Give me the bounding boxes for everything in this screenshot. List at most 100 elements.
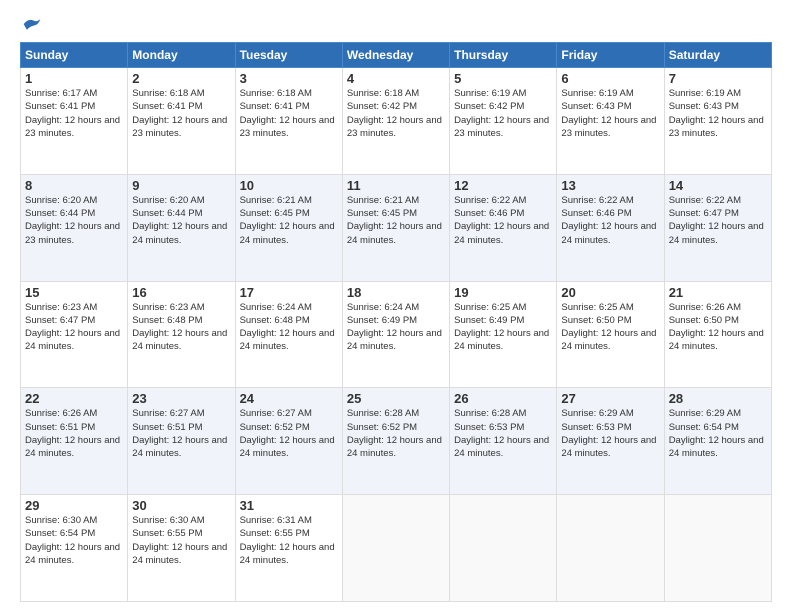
calendar-cell: 16Sunrise: 6:23 AMSunset: 6:48 PMDayligh… bbox=[128, 281, 235, 388]
calendar-week-4: 22Sunrise: 6:26 AMSunset: 6:51 PMDayligh… bbox=[21, 388, 772, 495]
calendar-cell: 18Sunrise: 6:24 AMSunset: 6:49 PMDayligh… bbox=[342, 281, 449, 388]
day-info: Sunrise: 6:25 AMSunset: 6:49 PMDaylight:… bbox=[454, 301, 552, 354]
day-number: 31 bbox=[240, 498, 338, 513]
day-info: Sunrise: 6:30 AMSunset: 6:54 PMDaylight:… bbox=[25, 514, 123, 567]
calendar-cell: 22Sunrise: 6:26 AMSunset: 6:51 PMDayligh… bbox=[21, 388, 128, 495]
day-number: 7 bbox=[669, 71, 767, 86]
day-info: Sunrise: 6:26 AMSunset: 6:50 PMDaylight:… bbox=[669, 301, 767, 354]
calendar-header-monday: Monday bbox=[128, 43, 235, 68]
calendar-cell bbox=[557, 495, 664, 602]
calendar-cell: 25Sunrise: 6:28 AMSunset: 6:52 PMDayligh… bbox=[342, 388, 449, 495]
calendar-cell: 28Sunrise: 6:29 AMSunset: 6:54 PMDayligh… bbox=[664, 388, 771, 495]
day-number: 21 bbox=[669, 285, 767, 300]
calendar-cell: 7Sunrise: 6:19 AMSunset: 6:43 PMDaylight… bbox=[664, 68, 771, 175]
calendar-cell: 26Sunrise: 6:28 AMSunset: 6:53 PMDayligh… bbox=[450, 388, 557, 495]
day-info: Sunrise: 6:20 AMSunset: 6:44 PMDaylight:… bbox=[25, 194, 123, 247]
calendar-cell: 12Sunrise: 6:22 AMSunset: 6:46 PMDayligh… bbox=[450, 174, 557, 281]
calendar-cell: 15Sunrise: 6:23 AMSunset: 6:47 PMDayligh… bbox=[21, 281, 128, 388]
day-number: 22 bbox=[25, 391, 123, 406]
day-number: 19 bbox=[454, 285, 552, 300]
day-info: Sunrise: 6:27 AMSunset: 6:51 PMDaylight:… bbox=[132, 407, 230, 460]
day-info: Sunrise: 6:23 AMSunset: 6:47 PMDaylight:… bbox=[25, 301, 123, 354]
day-info: Sunrise: 6:27 AMSunset: 6:52 PMDaylight:… bbox=[240, 407, 338, 460]
logo bbox=[20, 16, 42, 32]
calendar-cell bbox=[342, 495, 449, 602]
day-number: 30 bbox=[132, 498, 230, 513]
day-info: Sunrise: 6:19 AMSunset: 6:43 PMDaylight:… bbox=[669, 87, 767, 140]
day-number: 27 bbox=[561, 391, 659, 406]
day-number: 1 bbox=[25, 71, 123, 86]
logo-bird-icon bbox=[22, 16, 42, 32]
calendar-cell: 1Sunrise: 6:17 AMSunset: 6:41 PMDaylight… bbox=[21, 68, 128, 175]
day-number: 4 bbox=[347, 71, 445, 86]
day-info: Sunrise: 6:28 AMSunset: 6:52 PMDaylight:… bbox=[347, 407, 445, 460]
day-number: 3 bbox=[240, 71, 338, 86]
day-info: Sunrise: 6:17 AMSunset: 6:41 PMDaylight:… bbox=[25, 87, 123, 140]
calendar-cell: 21Sunrise: 6:26 AMSunset: 6:50 PMDayligh… bbox=[664, 281, 771, 388]
day-number: 18 bbox=[347, 285, 445, 300]
calendar-week-5: 29Sunrise: 6:30 AMSunset: 6:54 PMDayligh… bbox=[21, 495, 772, 602]
day-info: Sunrise: 6:26 AMSunset: 6:51 PMDaylight:… bbox=[25, 407, 123, 460]
day-info: Sunrise: 6:29 AMSunset: 6:54 PMDaylight:… bbox=[669, 407, 767, 460]
calendar-cell: 24Sunrise: 6:27 AMSunset: 6:52 PMDayligh… bbox=[235, 388, 342, 495]
day-info: Sunrise: 6:19 AMSunset: 6:42 PMDaylight:… bbox=[454, 87, 552, 140]
calendar-header-tuesday: Tuesday bbox=[235, 43, 342, 68]
calendar-cell: 11Sunrise: 6:21 AMSunset: 6:45 PMDayligh… bbox=[342, 174, 449, 281]
day-number: 25 bbox=[347, 391, 445, 406]
day-info: Sunrise: 6:18 AMSunset: 6:41 PMDaylight:… bbox=[132, 87, 230, 140]
calendar-cell: 14Sunrise: 6:22 AMSunset: 6:47 PMDayligh… bbox=[664, 174, 771, 281]
day-number: 20 bbox=[561, 285, 659, 300]
calendar-cell: 31Sunrise: 6:31 AMSunset: 6:55 PMDayligh… bbox=[235, 495, 342, 602]
day-info: Sunrise: 6:23 AMSunset: 6:48 PMDaylight:… bbox=[132, 301, 230, 354]
day-info: Sunrise: 6:20 AMSunset: 6:44 PMDaylight:… bbox=[132, 194, 230, 247]
day-info: Sunrise: 6:22 AMSunset: 6:46 PMDaylight:… bbox=[561, 194, 659, 247]
day-number: 13 bbox=[561, 178, 659, 193]
calendar-week-1: 1Sunrise: 6:17 AMSunset: 6:41 PMDaylight… bbox=[21, 68, 772, 175]
day-info: Sunrise: 6:19 AMSunset: 6:43 PMDaylight:… bbox=[561, 87, 659, 140]
day-number: 24 bbox=[240, 391, 338, 406]
day-number: 2 bbox=[132, 71, 230, 86]
calendar-cell bbox=[664, 495, 771, 602]
day-number: 11 bbox=[347, 178, 445, 193]
day-number: 23 bbox=[132, 391, 230, 406]
day-info: Sunrise: 6:18 AMSunset: 6:42 PMDaylight:… bbox=[347, 87, 445, 140]
day-number: 8 bbox=[25, 178, 123, 193]
day-info: Sunrise: 6:21 AMSunset: 6:45 PMDaylight:… bbox=[240, 194, 338, 247]
day-info: Sunrise: 6:24 AMSunset: 6:48 PMDaylight:… bbox=[240, 301, 338, 354]
calendar-header-saturday: Saturday bbox=[664, 43, 771, 68]
calendar-cell: 8Sunrise: 6:20 AMSunset: 6:44 PMDaylight… bbox=[21, 174, 128, 281]
calendar-cell: 29Sunrise: 6:30 AMSunset: 6:54 PMDayligh… bbox=[21, 495, 128, 602]
day-info: Sunrise: 6:24 AMSunset: 6:49 PMDaylight:… bbox=[347, 301, 445, 354]
day-info: Sunrise: 6:22 AMSunset: 6:47 PMDaylight:… bbox=[669, 194, 767, 247]
calendar-cell: 10Sunrise: 6:21 AMSunset: 6:45 PMDayligh… bbox=[235, 174, 342, 281]
calendar-cell: 27Sunrise: 6:29 AMSunset: 6:53 PMDayligh… bbox=[557, 388, 664, 495]
calendar-cell: 3Sunrise: 6:18 AMSunset: 6:41 PMDaylight… bbox=[235, 68, 342, 175]
day-number: 14 bbox=[669, 178, 767, 193]
calendar-header-row: SundayMondayTuesdayWednesdayThursdayFrid… bbox=[21, 43, 772, 68]
calendar-cell bbox=[450, 495, 557, 602]
day-info: Sunrise: 6:22 AMSunset: 6:46 PMDaylight:… bbox=[454, 194, 552, 247]
day-info: Sunrise: 6:30 AMSunset: 6:55 PMDaylight:… bbox=[132, 514, 230, 567]
header bbox=[20, 16, 772, 32]
calendar-week-3: 15Sunrise: 6:23 AMSunset: 6:47 PMDayligh… bbox=[21, 281, 772, 388]
calendar-header-wednesday: Wednesday bbox=[342, 43, 449, 68]
day-info: Sunrise: 6:29 AMSunset: 6:53 PMDaylight:… bbox=[561, 407, 659, 460]
day-info: Sunrise: 6:18 AMSunset: 6:41 PMDaylight:… bbox=[240, 87, 338, 140]
day-number: 12 bbox=[454, 178, 552, 193]
calendar-cell: 30Sunrise: 6:30 AMSunset: 6:55 PMDayligh… bbox=[128, 495, 235, 602]
calendar-table: SundayMondayTuesdayWednesdayThursdayFrid… bbox=[20, 42, 772, 602]
calendar-cell: 13Sunrise: 6:22 AMSunset: 6:46 PMDayligh… bbox=[557, 174, 664, 281]
day-number: 6 bbox=[561, 71, 659, 86]
calendar-header-thursday: Thursday bbox=[450, 43, 557, 68]
day-number: 29 bbox=[25, 498, 123, 513]
day-info: Sunrise: 6:31 AMSunset: 6:55 PMDaylight:… bbox=[240, 514, 338, 567]
day-number: 5 bbox=[454, 71, 552, 86]
day-info: Sunrise: 6:21 AMSunset: 6:45 PMDaylight:… bbox=[347, 194, 445, 247]
day-number: 26 bbox=[454, 391, 552, 406]
calendar-cell: 17Sunrise: 6:24 AMSunset: 6:48 PMDayligh… bbox=[235, 281, 342, 388]
calendar-cell: 9Sunrise: 6:20 AMSunset: 6:44 PMDaylight… bbox=[128, 174, 235, 281]
day-number: 28 bbox=[669, 391, 767, 406]
day-info: Sunrise: 6:28 AMSunset: 6:53 PMDaylight:… bbox=[454, 407, 552, 460]
calendar-cell: 5Sunrise: 6:19 AMSunset: 6:42 PMDaylight… bbox=[450, 68, 557, 175]
calendar-cell: 4Sunrise: 6:18 AMSunset: 6:42 PMDaylight… bbox=[342, 68, 449, 175]
